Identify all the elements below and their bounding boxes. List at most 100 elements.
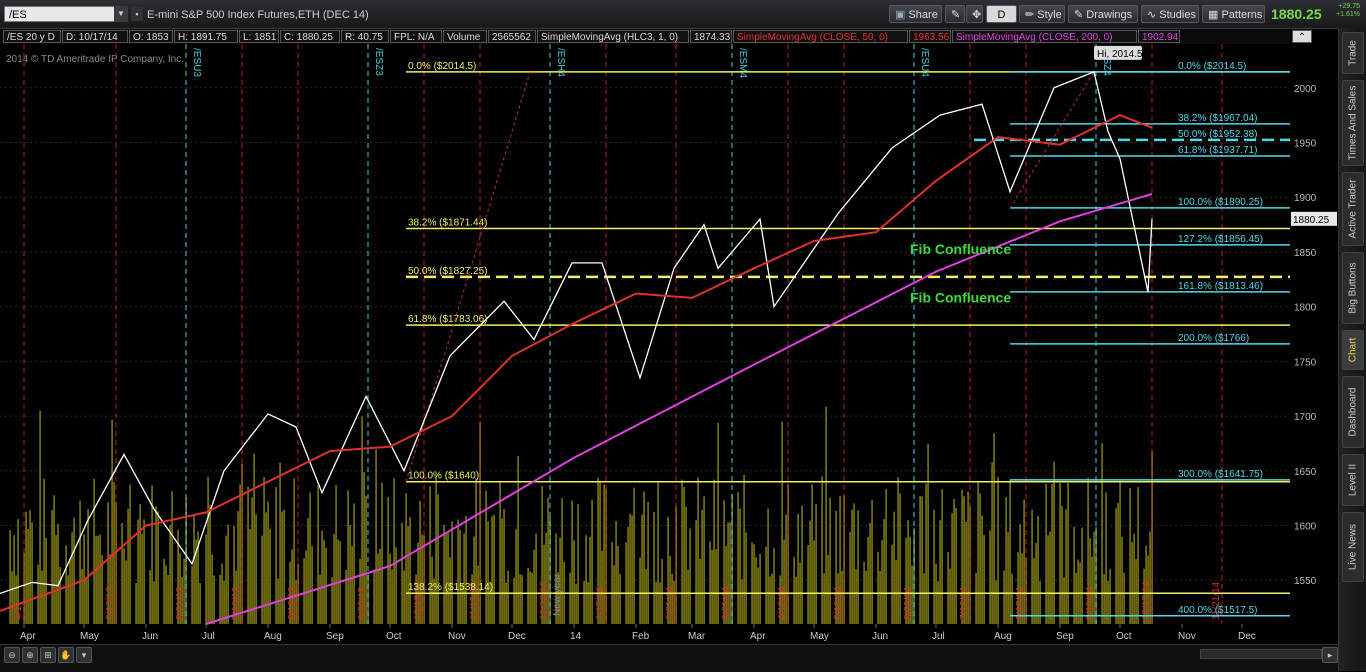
volume-bar xyxy=(349,524,351,624)
zoom-box-icon[interactable]: ⊞ xyxy=(40,647,56,663)
volume-bar xyxy=(867,536,869,624)
volume-bar xyxy=(391,569,393,624)
volume-bar xyxy=(1007,532,1009,624)
volume-bar xyxy=(37,564,39,624)
volume-bar xyxy=(65,545,67,624)
date-marker-label: 6/21/13 xyxy=(175,586,186,620)
month-label: Dec xyxy=(508,631,526,642)
month-label: Dec xyxy=(1238,631,1256,642)
volume-bar xyxy=(1133,533,1135,624)
volume-bar xyxy=(709,541,711,624)
fib-right-label: 38.2% ($1967.04) xyxy=(1178,113,1258,124)
volume-bar xyxy=(213,575,215,624)
y-tick-label: 1600 xyxy=(1294,522,1317,533)
month-label: Nov xyxy=(448,631,466,642)
cursor-icon[interactable]: ✥ xyxy=(966,5,983,23)
volume-bar xyxy=(997,476,999,624)
share-button[interactable]: ▣ Share xyxy=(889,5,942,23)
sidebar-tab-times-and-sales[interactable]: Times And Sales xyxy=(1342,80,1364,166)
patterns-label: Patterns xyxy=(1221,9,1263,21)
price-change: +29.75 +1.61% xyxy=(1328,3,1360,19)
sidebar-tab-dashboard[interactable]: Dashboard xyxy=(1342,376,1364,448)
volume-bar xyxy=(163,558,165,624)
expiry-marker-label: /ESZ3 xyxy=(373,48,384,76)
fib-right-label: 100.0% ($1890.25) xyxy=(1178,197,1263,208)
volume-bar xyxy=(741,579,743,624)
volume-bar xyxy=(381,482,383,624)
volume-bar xyxy=(169,524,171,624)
date-marker-label: 6/20/14 xyxy=(903,586,914,620)
volume-bar xyxy=(515,529,517,624)
volume-bar xyxy=(205,534,207,624)
high-cell: H: 1891.75 xyxy=(174,30,238,43)
open-cell: O: 1853 xyxy=(129,30,173,43)
volume-bar xyxy=(71,532,73,624)
volume-bar xyxy=(1059,483,1061,624)
symbol-input[interactable]: /ES xyxy=(4,6,128,22)
chart-settings-icon[interactable]: ⌃ xyxy=(1292,30,1312,43)
volume-bar xyxy=(1047,535,1049,624)
volume-bar xyxy=(353,503,355,624)
volume-bar xyxy=(1105,492,1107,624)
volume-bar xyxy=(685,506,687,624)
pan-hand-icon[interactable]: ✋ xyxy=(58,647,74,663)
sidebar-tab-level-ii[interactable]: Level II xyxy=(1342,454,1364,506)
style-button[interactable]: ✏ Style xyxy=(1019,5,1065,23)
watermark-text: 2014 © TD Ameritrade IP Company, Inc. xyxy=(6,54,184,65)
volume-bar xyxy=(865,570,867,624)
volume-bar xyxy=(591,499,593,624)
volume-bar xyxy=(1115,508,1117,624)
settings-icon[interactable]: ✎ xyxy=(945,5,965,23)
volume-bar xyxy=(225,535,227,624)
zoom-in-icon[interactable]: ⊕ xyxy=(22,647,38,663)
sidebar-tab-live-news[interactable]: Live News xyxy=(1342,512,1364,582)
sidebar-tab-active-trader[interactable]: Active Trader xyxy=(1342,172,1364,246)
studies-button[interactable]: ∿ Studies xyxy=(1141,5,1199,23)
volume-bar xyxy=(715,549,717,624)
volume-bar xyxy=(465,515,467,624)
sidebar-tab-chart[interactable]: Chart xyxy=(1342,330,1364,370)
volume-bar xyxy=(535,533,537,624)
volume-bar xyxy=(493,514,495,624)
volume-bar xyxy=(939,520,941,624)
volume-bar xyxy=(429,486,431,624)
volume-bar xyxy=(79,500,81,624)
volume-bar xyxy=(311,546,313,624)
volume-bar xyxy=(851,509,853,624)
volume-bar xyxy=(263,476,265,624)
timeframe-button[interactable]: D xyxy=(986,5,1017,23)
link-icon[interactable]: ▪ xyxy=(131,7,143,21)
volume-bar xyxy=(1063,577,1065,624)
volume-bar xyxy=(123,548,125,624)
volume-bar xyxy=(895,560,897,624)
volume-bar xyxy=(885,488,887,624)
price-chart[interactable]: 2014 © TD Ameritrade IP Company, Inc. 155… xyxy=(0,44,1338,644)
volume-bar xyxy=(657,481,659,624)
volume-bar xyxy=(569,572,571,624)
sidebar-tab-big-buttons[interactable]: Big Buttons xyxy=(1342,252,1364,324)
volume-bar xyxy=(457,519,459,624)
drawings-button[interactable]: ✎ Drawings xyxy=(1068,5,1138,23)
expiry-marker-label: /ESU3 xyxy=(191,48,202,77)
fib-right-label: 0.0% ($2014.5) xyxy=(1178,61,1246,72)
volume-bar xyxy=(437,494,439,624)
period-cell[interactable]: /ES 20 y D xyxy=(3,30,61,43)
volume-bar xyxy=(1035,543,1037,624)
expiry-marker-label: /ESU4 xyxy=(919,48,930,77)
scroll-right-icon[interactable]: ▸ xyxy=(1322,647,1338,663)
zoom-out-icon[interactable]: ⊖ xyxy=(4,647,20,663)
expand-icon[interactable]: ▾ xyxy=(76,647,92,663)
sidebar-tab-trade[interactable]: Trade xyxy=(1342,32,1364,74)
volume-bar xyxy=(587,582,589,624)
patterns-button[interactable]: ▦ Patterns xyxy=(1202,5,1265,23)
volume-bar xyxy=(167,575,169,624)
symbol-dropdown-icon[interactable]: ▼ xyxy=(114,6,128,22)
volume-bar xyxy=(823,573,825,624)
volume-bar xyxy=(127,508,129,624)
low-cell: L: 1851 xyxy=(239,30,279,43)
volume-bar xyxy=(199,583,201,624)
volume-bar xyxy=(981,515,983,624)
volume-bar xyxy=(633,487,635,624)
time-scrollbar[interactable] xyxy=(1200,649,1322,659)
volume-bar xyxy=(269,528,271,624)
